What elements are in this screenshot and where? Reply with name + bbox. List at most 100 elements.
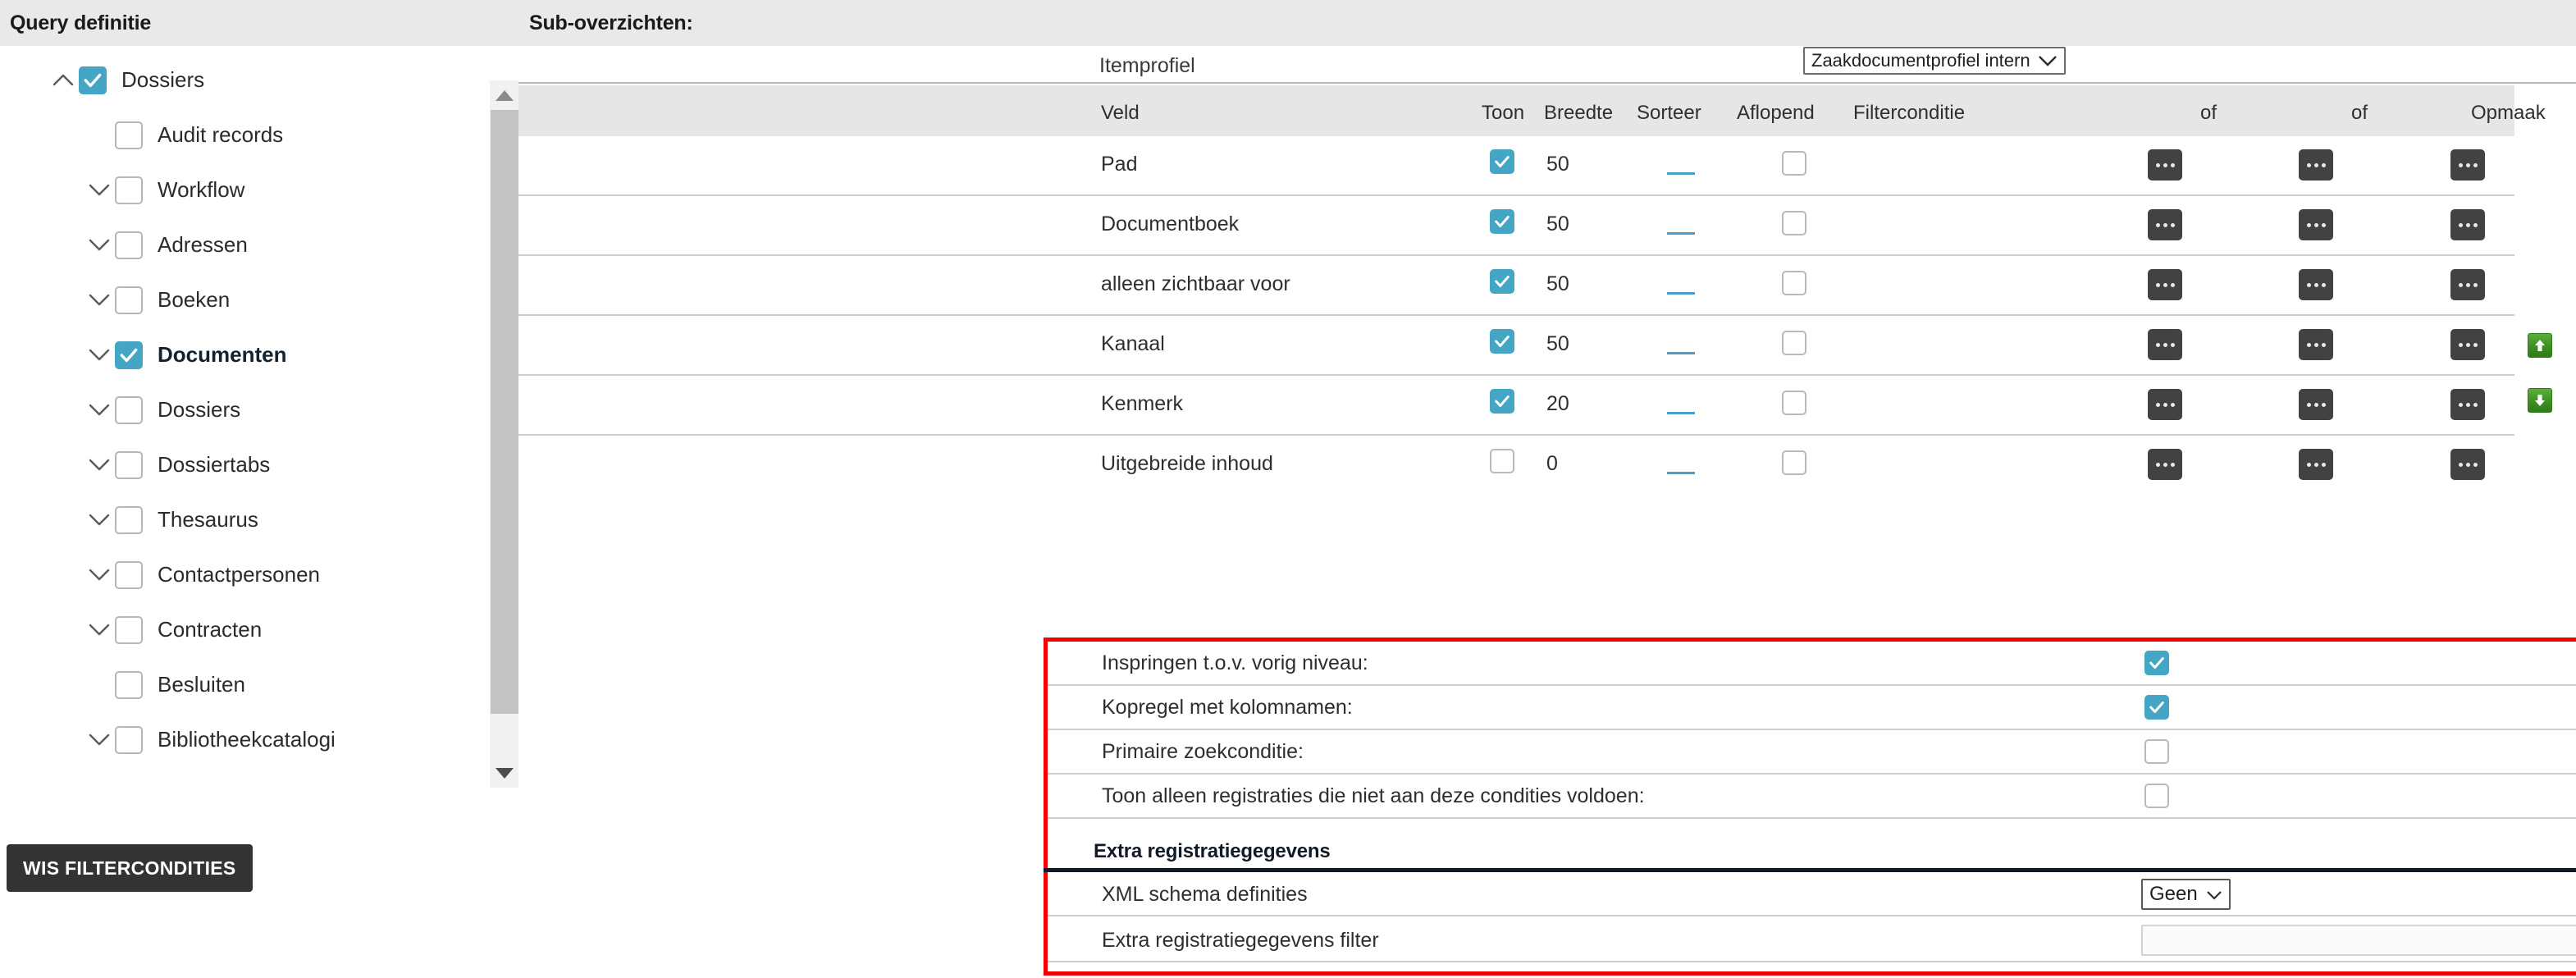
chevron-down-icon[interactable] — [84, 560, 115, 591]
cell-filtercondition-of-1[interactable] — [2148, 149, 2182, 181]
tree-item-documenten[interactable]: Documenten — [0, 327, 518, 382]
ellipsis-button[interactable] — [2450, 329, 2485, 360]
sorteer-dash-icon[interactable] — [1667, 172, 1695, 175]
tree-item-dossiers[interactable]: Dossiers — [0, 382, 518, 437]
chevron-down-icon[interactable] — [84, 450, 115, 481]
cell-opmaak[interactable] — [2450, 269, 2485, 300]
tree-item-checkbox[interactable] — [115, 286, 143, 314]
chevron-up-icon[interactable] — [48, 65, 79, 96]
tree-item-checkbox[interactable] — [115, 395, 143, 424]
chevron-down-icon[interactable] — [84, 340, 115, 371]
cell-filtercondition-of-2[interactable] — [2299, 449, 2333, 480]
ellipsis-button[interactable] — [2450, 149, 2485, 181]
sorteer-dash-icon[interactable] — [1667, 352, 1695, 354]
ellipsis-button[interactable] — [2450, 269, 2485, 300]
tree-item-contracten[interactable]: Contracten — [0, 602, 518, 657]
aflopend-checkbox[interactable] — [1782, 211, 1806, 235]
cell-filtercondition-of-2[interactable] — [2299, 389, 2333, 420]
chevron-down-icon[interactable] — [84, 395, 115, 426]
cell-toon-checkbox[interactable] — [1490, 389, 1514, 414]
tree-item-boeken[interactable]: Boeken — [0, 272, 518, 327]
tree-item-dossiertabs[interactable]: Dossiertabs — [0, 437, 518, 492]
tree-item-checkbox[interactable] — [115, 121, 143, 149]
cell-toon-checkbox[interactable] — [1490, 209, 1514, 234]
tree-item-checkbox[interactable] — [115, 725, 143, 754]
tree-item-dossiers[interactable]: Dossiers — [0, 53, 518, 107]
cell-toon-checkbox[interactable] — [1490, 269, 1514, 294]
cell-aflopend-checkbox[interactable] — [1782, 211, 1806, 235]
ellipsis-button[interactable] — [2299, 269, 2333, 300]
move-up-button[interactable] — [2528, 333, 2552, 358]
ellipsis-button[interactable] — [2148, 149, 2182, 181]
cell-opmaak[interactable] — [2450, 389, 2485, 420]
ellipsis-button[interactable] — [2148, 389, 2182, 420]
display-option-checkbox[interactable] — [2144, 695, 2169, 720]
tree-item-checkbox[interactable] — [115, 670, 143, 699]
cell-filtercondition-of-1[interactable] — [2148, 449, 2182, 480]
ellipsis-button[interactable] — [2299, 329, 2333, 360]
ellipsis-button[interactable] — [2148, 449, 2182, 480]
cell-aflopend-checkbox[interactable] — [1782, 151, 1806, 176]
option-checkbox[interactable] — [2144, 651, 2169, 675]
aflopend-checkbox[interactable] — [1782, 391, 1806, 415]
cell-toon-checkbox[interactable] — [1490, 149, 1514, 174]
cell-filtercondition-of-2[interactable] — [2299, 209, 2333, 240]
tree-item-bibliotheekcatalogi[interactable]: Bibliotheekcatalogi — [0, 712, 518, 767]
tree-item-checkbox[interactable] — [115, 176, 143, 204]
ellipsis-button[interactable] — [2299, 449, 2333, 480]
tree-scrollbar[interactable] — [490, 80, 519, 788]
cell-breedte[interactable]: 50 — [1546, 272, 1569, 296]
display-option-checkbox[interactable] — [2144, 739, 2169, 764]
clear-filterconditions-button[interactable]: WIS FILTERCONDITIES — [7, 844, 253, 892]
cell-filtercondition-of-1[interactable] — [2148, 209, 2182, 240]
tree-item-checkbox[interactable] — [115, 505, 143, 534]
toon-checkbox[interactable] — [1490, 329, 1514, 354]
cell-aflopend-checkbox[interactable] — [1782, 331, 1806, 355]
ellipsis-button[interactable] — [2299, 209, 2333, 240]
option-checkbox[interactable] — [2144, 695, 2169, 720]
option-checkbox[interactable] — [2144, 739, 2169, 764]
aflopend-checkbox[interactable] — [1782, 271, 1806, 295]
cell-opmaak[interactable] — [2450, 449, 2485, 480]
tree-item-workflow[interactable]: Workflow — [0, 162, 518, 217]
chevron-down-icon[interactable] — [84, 175, 115, 206]
cell-breedte[interactable]: 50 — [1546, 153, 1569, 176]
cell-aflopend-checkbox[interactable] — [1782, 391, 1806, 415]
sorteer-dash-icon[interactable] — [1667, 292, 1695, 295]
ellipsis-button[interactable] — [2148, 209, 2182, 240]
cell-toon-checkbox[interactable] — [1490, 449, 1514, 473]
cell-breedte[interactable]: 50 — [1546, 213, 1569, 236]
chevron-down-icon[interactable] — [84, 285, 115, 316]
cell-opmaak[interactable] — [2450, 209, 2485, 240]
display-option-checkbox[interactable] — [2144, 651, 2169, 675]
sorteer-dash-icon[interactable] — [1667, 472, 1695, 474]
cell-aflopend-checkbox[interactable] — [1782, 271, 1806, 295]
tree-item-checkbox[interactable] — [115, 340, 143, 369]
display-option-checkbox[interactable] — [2144, 784, 2169, 808]
aflopend-checkbox[interactable] — [1782, 450, 1806, 475]
chevron-down-icon[interactable] — [84, 615, 115, 646]
sorteer-dash-icon[interactable] — [1667, 232, 1695, 235]
sorteer-dash-icon[interactable] — [1667, 412, 1695, 414]
ellipsis-button[interactable] — [2450, 389, 2485, 420]
tree-item-audit-records[interactable]: Audit records — [0, 107, 518, 162]
aflopend-checkbox[interactable] — [1782, 151, 1806, 176]
ellipsis-button[interactable] — [2299, 149, 2333, 181]
ellipsis-button[interactable] — [2148, 269, 2182, 300]
toon-checkbox[interactable] — [1490, 209, 1514, 234]
cell-opmaak[interactable] — [2450, 329, 2485, 360]
scrollbar-thumb[interactable] — [491, 110, 518, 714]
ellipsis-button[interactable] — [2299, 389, 2333, 420]
cell-aflopend-checkbox[interactable] — [1782, 450, 1806, 475]
cell-filtercondition-of-1[interactable] — [2148, 389, 2182, 420]
ellipsis-button[interactable] — [2148, 329, 2182, 360]
chevron-down-icon[interactable] — [84, 505, 115, 536]
cell-filtercondition-of-2[interactable] — [2299, 149, 2333, 181]
cell-toon-checkbox[interactable] — [1490, 329, 1514, 354]
toon-checkbox[interactable] — [1490, 149, 1514, 174]
option-checkbox[interactable] — [2144, 784, 2169, 808]
tree-item-thesaurus[interactable]: Thesaurus — [0, 492, 518, 547]
cell-filtercondition-of-2[interactable] — [2299, 269, 2333, 300]
itemprofile-select[interactable]: Zaakdocumentprofiel intern — [1803, 47, 2066, 75]
cell-filtercondition-of-1[interactable] — [2148, 329, 2182, 360]
